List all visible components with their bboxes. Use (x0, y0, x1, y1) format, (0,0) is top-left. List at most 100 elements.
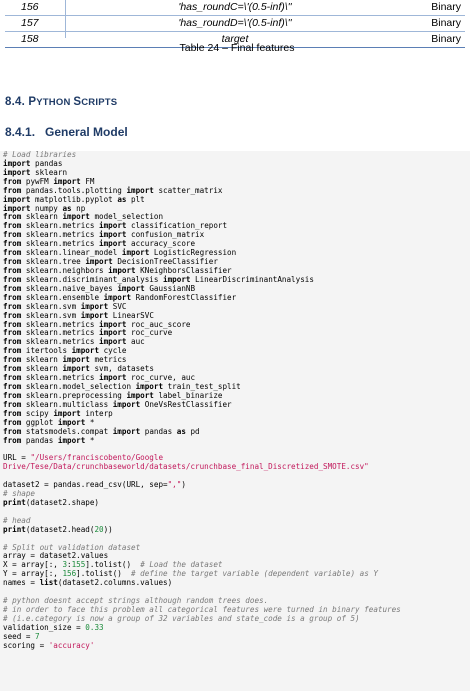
code-token: sklearn (21, 355, 63, 365)
code-token: sklearn.metrics (21, 337, 100, 347)
code-token: cycle (99, 346, 127, 356)
code-token: GaussianNB (144, 283, 196, 293)
code-line: # Load libraries (3, 151, 401, 160)
section-heading: 8.4. PYTHON SCRIPTS (5, 96, 117, 108)
code-token: from (3, 355, 22, 365)
section-title-rest2: CRIPTS (81, 97, 118, 108)
code-token: sklearn.linear_model (21, 248, 122, 258)
code-token: from (3, 265, 22, 275)
code-token: sklearn (30, 167, 68, 177)
code-token: from (3, 310, 22, 320)
code-token: from (3, 283, 22, 293)
code-token: sklearn (21, 364, 63, 374)
code-token: pywFM (21, 176, 54, 186)
code-token: X = array[:, (3, 560, 63, 570)
code-token: names = (3, 578, 40, 588)
code-line: dataset2 = pandas.read_csv(URL, sep=",") (3, 480, 401, 490)
code-token: from (3, 221, 22, 231)
code-token: * (85, 417, 95, 427)
code-token: sklearn.tree (21, 257, 86, 267)
code-token: import (99, 230, 127, 240)
code-token: import (80, 310, 109, 320)
code-token: # python doesnt accept strings although … (3, 596, 269, 606)
code-line: names = list(dataset2.columns.values) (3, 578, 401, 588)
code-token: * (85, 435, 95, 445)
feature-type: Binary (431, 1, 461, 13)
code-token: import (80, 301, 109, 311)
code-token: # Load libraries (3, 151, 77, 159)
section-title-rest: YTHON (36, 97, 74, 108)
code-token: import (62, 364, 90, 374)
code-token: import (112, 399, 141, 409)
feature-name: 'has_roundD=\'(0.5-inf)\'' (178, 17, 292, 29)
code-token: sklearn.metrics (21, 319, 100, 329)
code-token: RandomForestClassifier (131, 292, 237, 302)
code-token: 'accuracy' (48, 640, 95, 650)
code-token: import (3, 167, 31, 177)
code-token: import (62, 355, 90, 365)
code-token: from (3, 248, 22, 258)
code-token: classification_report (126, 221, 228, 231)
code-token: seed = (3, 631, 36, 641)
code-token: 7 (35, 631, 40, 641)
code-token: sklearn.metrics (21, 230, 100, 240)
code-token: (dataset2.columns.values) (57, 578, 173, 588)
code-token: # head (3, 515, 31, 525)
code-token: import (99, 328, 127, 338)
code-token: sklearn (21, 212, 63, 222)
code-token: ggplot (21, 417, 58, 427)
code-token: # Split out validation dataset (3, 542, 141, 552)
code-token: from (3, 381, 22, 391)
code-token: from (3, 426, 22, 436)
code-token: DecisionTreeClassifier (112, 257, 218, 267)
code-token: import (3, 203, 31, 213)
code-token: confusion_matrix (126, 230, 205, 240)
code-line: validation_size = 0.33 (3, 622, 401, 633)
code-token: import (85, 257, 113, 267)
code-token: as (62, 203, 72, 213)
code-line: from pandas import * (3, 435, 401, 446)
code-token: metrics (89, 355, 127, 365)
code-token: from (3, 239, 22, 249)
code-token: array = dataset2.values (3, 551, 109, 561)
code-token: import (57, 435, 86, 445)
code-token: (dataset2.head( (25, 524, 95, 534)
code-token: KNeighborsClassifier (135, 265, 232, 275)
subsection-heading: 8.4.1. General Model (5, 125, 128, 139)
code-token: pandas.tools.plotting (21, 185, 127, 195)
code-token: import (57, 417, 86, 427)
code-token: sklearn.multiclass (21, 399, 113, 409)
code-token: svm, datasets (89, 364, 154, 374)
code-token: from (3, 185, 22, 195)
code-token: sklearn.model_selection (21, 381, 136, 391)
code-token: list (39, 578, 58, 588)
code-token: (dataset2.shape) (25, 497, 100, 507)
code-token: from (3, 292, 22, 302)
code-token: sklearn.ensemble (21, 292, 104, 302)
table-caption: Table 24 – Final features (179, 42, 295, 54)
code-token: matplotlib.pyplot (30, 194, 118, 204)
code-token: import (53, 408, 81, 418)
code-token: import (126, 185, 154, 195)
code-token: import (121, 248, 150, 258)
code-token: scoring = (3, 640, 49, 650)
code-token: sklearn.discriminant_analysis (21, 274, 164, 284)
code-token: plt (126, 194, 145, 204)
code-token: from (3, 319, 22, 329)
code-token: from (3, 417, 22, 427)
code-token: # shape (3, 489, 36, 499)
code-token: Drive/Tese/Data/crunchbaseworld/datasets… (3, 462, 369, 472)
code-token: import (99, 319, 127, 329)
code-token: sklearn.svm (21, 301, 81, 311)
code-token: validation_size = (3, 622, 86, 632)
code-token: "/Users/franciscobento/Google (30, 453, 164, 463)
feature-type: Binary (431, 17, 461, 29)
code-token: import (126, 390, 154, 400)
code-token: )) (103, 524, 113, 534)
code-line: scoring = 'accuracy' (3, 640, 401, 651)
code-token: import (112, 426, 141, 436)
code-token: import (117, 283, 145, 293)
code-token: sklearn.metrics (21, 373, 100, 383)
code-token: import (99, 221, 127, 231)
code-token: itertools (21, 346, 72, 356)
